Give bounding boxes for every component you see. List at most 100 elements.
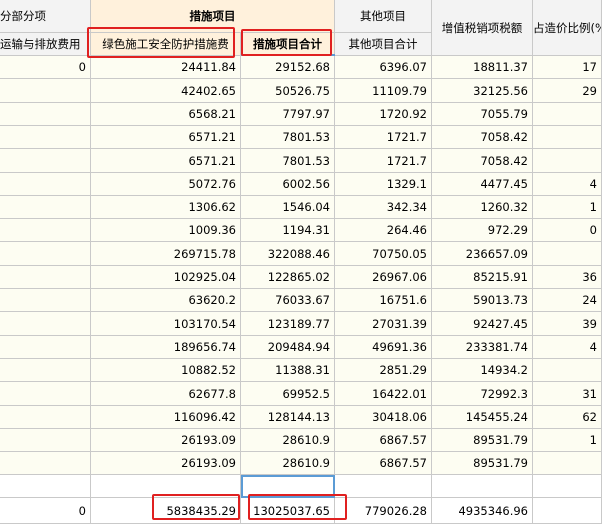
- table-cell-b[interactable]: 63620.2: [91, 289, 241, 312]
- total-cell-a[interactable]: 0: [0, 498, 91, 524]
- table-cell-e[interactable]: 18811.37: [432, 56, 533, 79]
- table-cell-b[interactable]: 10882.52: [91, 359, 241, 382]
- table-cell-a[interactable]: [0, 452, 91, 475]
- table-cell-f[interactable]: 17: [533, 56, 602, 79]
- table-cell-e[interactable]: 1260.32: [432, 196, 533, 219]
- table-cell-e[interactable]: 14934.2: [432, 359, 533, 382]
- table-cell-e[interactable]: 92427.45: [432, 312, 533, 336]
- empty-cell[interactable]: [91, 475, 241, 498]
- table-cell-d[interactable]: 70750.05: [335, 242, 432, 266]
- table-cell-a[interactable]: [0, 382, 91, 406]
- table-cell-c[interactable]: 1194.31: [241, 219, 335, 242]
- total-cell-e[interactable]: 4935346.96: [432, 498, 533, 524]
- empty-cell[interactable]: [0, 475, 91, 498]
- table-cell-b[interactable]: 269715.78: [91, 242, 241, 266]
- table-cell-b[interactable]: 116096.42: [91, 406, 241, 429]
- table-cell-d[interactable]: 264.46: [335, 219, 432, 242]
- table-cell-f[interactable]: [533, 103, 602, 126]
- table-cell-c[interactable]: 11388.31: [241, 359, 335, 382]
- table-cell-e[interactable]: 7058.42: [432, 126, 533, 149]
- table-cell-b[interactable]: 26193.09: [91, 452, 241, 475]
- table-cell-d[interactable]: 49691.36: [335, 336, 432, 359]
- table-cell-a[interactable]: [0, 196, 91, 219]
- header-vat-output[interactable]: 增值税销项税额: [432, 0, 533, 56]
- table-cell-e[interactable]: 85215.91: [432, 266, 533, 289]
- table-cell-a[interactable]: [0, 289, 91, 312]
- table-cell-c[interactable]: 6002.56: [241, 173, 335, 196]
- table-cell-f[interactable]: [533, 242, 602, 266]
- table-cell-c[interactable]: 128144.13: [241, 406, 335, 429]
- table-cell-d[interactable]: 1329.1: [335, 173, 432, 196]
- table-cell-b[interactable]: 1306.62: [91, 196, 241, 219]
- empty-cell[interactable]: [335, 475, 432, 498]
- total-cell-f[interactable]: [533, 498, 602, 524]
- table-cell-a[interactable]: [0, 266, 91, 289]
- table-cell-a[interactable]: [0, 359, 91, 382]
- table-cell-a[interactable]: [0, 79, 91, 103]
- table-cell-b[interactable]: 24411.84: [91, 56, 241, 79]
- table-cell-f[interactable]: 0: [533, 219, 602, 242]
- table-cell-b[interactable]: 6571.21: [91, 126, 241, 149]
- table-cell-d[interactable]: 27031.39: [335, 312, 432, 336]
- table-cell-d[interactable]: 6867.57: [335, 429, 432, 452]
- table-cell-a[interactable]: [0, 103, 91, 126]
- table-cell-d[interactable]: 6396.07: [335, 56, 432, 79]
- table-cell-c[interactable]: 76033.67: [241, 289, 335, 312]
- table-cell-f[interactable]: 39: [533, 312, 602, 336]
- table-cell-f[interactable]: 36: [533, 266, 602, 289]
- table-cell-d[interactable]: 1720.92: [335, 103, 432, 126]
- table-cell-c[interactable]: 7801.53: [241, 149, 335, 173]
- header-col-other-top[interactable]: 其他项目: [335, 0, 432, 33]
- table-cell-c[interactable]: 1546.04: [241, 196, 335, 219]
- table-cell-c[interactable]: 29152.68: [241, 56, 335, 79]
- table-cell-d[interactable]: 2851.29: [335, 359, 432, 382]
- total-cell-c[interactable]: 13025037.65: [241, 498, 335, 524]
- table-cell-c[interactable]: 322088.46: [241, 242, 335, 266]
- empty-cell[interactable]: [533, 475, 602, 498]
- table-cell-d[interactable]: 26967.06: [335, 266, 432, 289]
- table-cell-c[interactable]: 69952.5: [241, 382, 335, 406]
- table-cell-f[interactable]: 1: [533, 429, 602, 452]
- table-cell-e[interactable]: 7058.42: [432, 149, 533, 173]
- table-cell-c[interactable]: 123189.77: [241, 312, 335, 336]
- table-cell-e[interactable]: 72992.3: [432, 382, 533, 406]
- table-cell-c[interactable]: 28610.9: [241, 452, 335, 475]
- table-cell-d[interactable]: 11109.79: [335, 79, 432, 103]
- total-cell-b[interactable]: 5838435.29: [91, 498, 241, 524]
- header-other-total[interactable]: 其他项目合计: [335, 33, 432, 56]
- table-cell-b[interactable]: 103170.54: [91, 312, 241, 336]
- table-cell-e[interactable]: 4477.45: [432, 173, 533, 196]
- table-cell-d[interactable]: 342.34: [335, 196, 432, 219]
- table-cell-a[interactable]: [0, 429, 91, 452]
- table-cell-f[interactable]: 24: [533, 289, 602, 312]
- table-cell-d[interactable]: 16751.6: [335, 289, 432, 312]
- table-cell-b[interactable]: 189656.74: [91, 336, 241, 359]
- table-cell-b[interactable]: 6568.21: [91, 103, 241, 126]
- table-cell-d[interactable]: 6867.57: [335, 452, 432, 475]
- table-cell-f[interactable]: [533, 452, 602, 475]
- table-cell-e[interactable]: 32125.56: [432, 79, 533, 103]
- table-cell-a[interactable]: [0, 149, 91, 173]
- table-cell-f[interactable]: 1: [533, 196, 602, 219]
- table-cell-b[interactable]: 6571.21: [91, 149, 241, 173]
- table-cell-e[interactable]: 233381.74: [432, 336, 533, 359]
- table-cell-c[interactable]: 50526.75: [241, 79, 335, 103]
- table-cell-a[interactable]: [0, 336, 91, 359]
- table-cell-e[interactable]: 145455.24: [432, 406, 533, 429]
- total-cell-d[interactable]: 779026.28: [335, 498, 432, 524]
- table-cell-e[interactable]: 972.29: [432, 219, 533, 242]
- table-cell-a[interactable]: 0: [0, 56, 91, 79]
- table-cell-f[interactable]: [533, 359, 602, 382]
- table-cell-f[interactable]: [533, 126, 602, 149]
- table-cell-c[interactable]: 209484.94: [241, 336, 335, 359]
- table-cell-c[interactable]: 122865.02: [241, 266, 335, 289]
- table-cell-b[interactable]: 42402.65: [91, 79, 241, 103]
- table-cell-d[interactable]: 16422.01: [335, 382, 432, 406]
- table-cell-d[interactable]: 1721.7: [335, 149, 432, 173]
- table-cell-b[interactable]: 26193.09: [91, 429, 241, 452]
- table-cell-e[interactable]: 236657.09: [432, 242, 533, 266]
- table-cell-b[interactable]: 1009.36: [91, 219, 241, 242]
- header-group-measures[interactable]: 措施项目: [91, 0, 335, 33]
- table-cell-f[interactable]: 31: [533, 382, 602, 406]
- table-cell-c[interactable]: 28610.9: [241, 429, 335, 452]
